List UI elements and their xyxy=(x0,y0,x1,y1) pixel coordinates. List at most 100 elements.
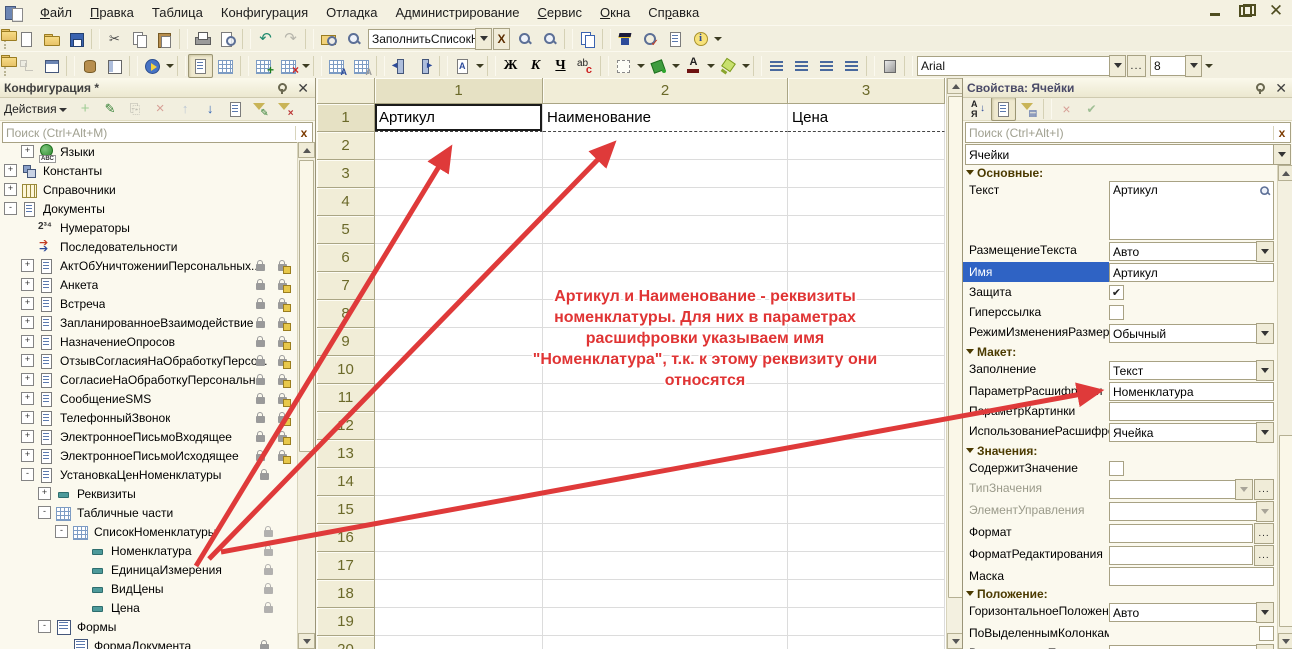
show-names-button[interactable] xyxy=(324,54,349,78)
find-in-files-button[interactable] xyxy=(316,27,341,51)
procedure-search-value[interactable]: ЗаполнитьСписокНеод xyxy=(368,29,476,49)
cell[interactable] xyxy=(375,468,543,496)
syntax-check-button[interactable] xyxy=(638,27,663,51)
expander-plus-icon[interactable]: + xyxy=(21,354,34,367)
property-combo-value[interactable]: Низ xyxy=(1109,645,1257,649)
scroll-up-icon[interactable] xyxy=(1278,165,1292,181)
scroll-down-icon[interactable] xyxy=(298,633,315,649)
column-header[interactable]: 3 xyxy=(788,78,945,104)
row-header[interactable]: 1 xyxy=(317,104,375,132)
scrollbar-thumb[interactable] xyxy=(299,160,314,452)
chevron-down-icon[interactable] xyxy=(1256,323,1274,344)
cell[interactable]: Наименование xyxy=(543,104,788,132)
cell[interactable] xyxy=(543,496,788,524)
expander-minus-icon[interactable]: - xyxy=(21,468,34,481)
align-left-button[interactable] xyxy=(764,54,789,78)
row-header[interactable]: 2 xyxy=(317,132,375,160)
tree-item[interactable]: +Встреча xyxy=(0,294,297,313)
tree-item[interactable]: -Формы xyxy=(0,617,297,636)
chevron-down-icon[interactable] xyxy=(1109,55,1126,77)
object-selector-combo[interactable]: Ячейки xyxy=(965,144,1291,165)
chevron-down-icon[interactable] xyxy=(1256,501,1274,522)
checkbox[interactable] xyxy=(1259,626,1274,641)
cell[interactable] xyxy=(375,160,543,188)
property-combo-value[interactable] xyxy=(1109,480,1236,499)
tree-scrollbar[interactable] xyxy=(297,142,315,649)
clear-search-icon[interactable]: x xyxy=(1273,126,1290,140)
tree-item[interactable]: Нумераторы xyxy=(0,218,297,237)
cell[interactable] xyxy=(543,636,788,649)
cell[interactable] xyxy=(543,132,788,160)
cell[interactable] xyxy=(788,244,945,272)
new-document-button[interactable] xyxy=(14,27,39,51)
copy-item-button[interactable]: ⎘ xyxy=(123,97,148,121)
ellipsis-button[interactable]: ... xyxy=(1254,523,1274,544)
chevron-down-icon[interactable] xyxy=(741,56,751,76)
cell[interactable] xyxy=(788,216,945,244)
new-window-button[interactable] xyxy=(39,54,64,78)
property-input[interactable] xyxy=(1109,546,1253,565)
property-combo-value[interactable]: Ячейка xyxy=(1109,423,1257,442)
delete-x-button[interactable]: × xyxy=(148,97,173,121)
fill-color-button[interactable] xyxy=(646,54,671,78)
expander-minus-icon[interactable]: - xyxy=(55,525,68,538)
chevron-down-icon[interactable] xyxy=(1256,241,1274,262)
tree-item[interactable]: +Реквизиты xyxy=(0,484,297,503)
underline-button[interactable]: Ч xyxy=(548,54,573,78)
cell[interactable] xyxy=(543,188,788,216)
menu-item-7[interactable]: Сервис xyxy=(528,2,591,23)
cell[interactable] xyxy=(543,468,788,496)
merge-frame-button[interactable] xyxy=(877,54,902,78)
clear-search-button[interactable]: X xyxy=(493,28,510,50)
checkbox[interactable] xyxy=(1109,305,1124,320)
hide-names-button[interactable] xyxy=(349,54,374,78)
cell[interactable] xyxy=(375,580,543,608)
property-section-header[interactable]: Макет: xyxy=(963,344,1278,359)
cell[interactable] xyxy=(375,188,543,216)
tree-item[interactable]: +НазначениеОпросов xyxy=(0,332,297,351)
row-header[interactable]: 4 xyxy=(317,188,375,216)
cell[interactable] xyxy=(375,496,543,524)
row-header[interactable]: 10 xyxy=(317,356,375,384)
info-button[interactable] xyxy=(688,27,713,51)
column-left-button[interactable] xyxy=(387,54,412,78)
scroll-down-icon[interactable] xyxy=(1278,633,1292,649)
row-header[interactable]: 9 xyxy=(317,328,375,356)
cell[interactable] xyxy=(788,580,945,608)
chevron-down-icon[interactable] xyxy=(706,56,716,76)
find-button[interactable] xyxy=(341,27,366,51)
font-name-value[interactable]: Arial xyxy=(917,56,1110,76)
cell[interactable] xyxy=(375,552,543,580)
tree-item[interactable]: ФормаДокумента xyxy=(0,636,297,649)
cell[interactable] xyxy=(788,552,945,580)
italic-button[interactable]: K xyxy=(523,54,548,78)
expander-plus-icon[interactable]: + xyxy=(38,487,51,500)
chevron-down-icon[interactable] xyxy=(475,56,485,76)
property-combo-value[interactable]: Обычный xyxy=(1109,324,1257,343)
property-input[interactable]: Артикул xyxy=(1109,263,1274,282)
cell[interactable] xyxy=(543,412,788,440)
column-right-button[interactable] xyxy=(412,54,437,78)
properties-search-box[interactable]: Поиск (Ctrl+Alt+I) x xyxy=(965,122,1291,143)
cell[interactable] xyxy=(375,608,543,636)
property-input[interactable]: Номенклатура xyxy=(1109,382,1274,401)
expander-plus-icon[interactable]: + xyxy=(21,259,34,272)
chevron-down-icon[interactable] xyxy=(59,108,67,116)
row-header[interactable]: 19 xyxy=(317,608,375,636)
ellipsis-button[interactable]: ... xyxy=(1254,479,1274,500)
tree-item[interactable]: -Табличные части xyxy=(0,503,297,522)
row-header[interactable]: 11 xyxy=(317,384,375,412)
cell[interactable] xyxy=(543,608,788,636)
cell[interactable] xyxy=(375,132,543,160)
property-textarea[interactable]: Артикул xyxy=(1109,181,1274,240)
magnifier-button[interactable] xyxy=(1256,183,1272,198)
cell[interactable] xyxy=(375,244,543,272)
panel-close-icon[interactable]: ✕ xyxy=(295,82,311,94)
properties-search-placeholder[interactable]: Поиск (Ctrl+Alt+I) xyxy=(966,126,1273,140)
menu-item-4[interactable]: Конфигурация xyxy=(212,2,317,23)
expander-plus-icon[interactable]: + xyxy=(21,297,34,310)
menu-item-6[interactable]: Администрирование xyxy=(387,2,529,23)
row-header[interactable]: 18 xyxy=(317,580,375,608)
row-header[interactable]: 5 xyxy=(317,216,375,244)
cell[interactable] xyxy=(375,524,543,552)
